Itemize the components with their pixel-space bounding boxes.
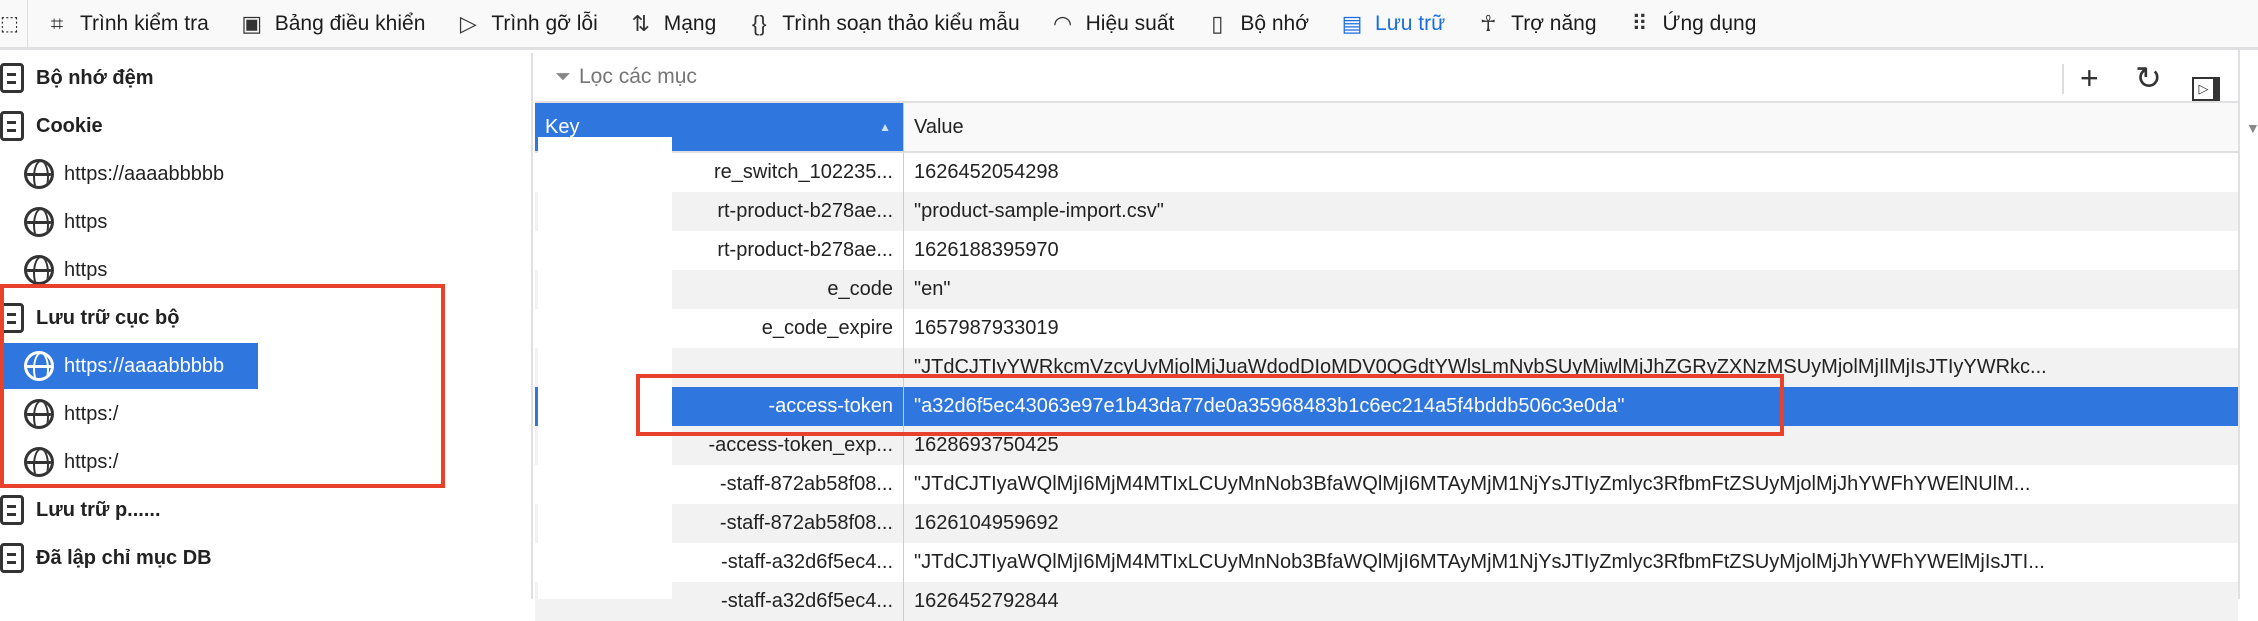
globe-icon [24, 207, 54, 237]
table-row[interactable]: rt-product-b278ae... "product-sample-impo… [535, 192, 2238, 231]
tab-debugger[interactable]: ▷ Trình gỡ lỗi [455, 10, 598, 37]
value-cell: "product-sample-import.csv" [903, 192, 2238, 231]
scroll-arrow-icon[interactable]: ▼ [2246, 120, 2258, 136]
tab-label: Ứng dụng [1662, 11, 1757, 35]
panel-divider [2238, 50, 2240, 599]
sidebar-item-label: https [64, 210, 108, 233]
picker-icon: ⬚ [0, 13, 19, 35]
tab-label: Bảng điều khiển [274, 11, 426, 35]
sidebar-toggle-icon: ▷ [2192, 77, 2220, 101]
tab-label: Trình kiểm tra [80, 11, 209, 35]
filter-icon: ⏷ [555, 65, 571, 88]
table-row[interactable]: -staff-a32d6f5ec4... 1626452792844 [535, 582, 2238, 621]
highlight-box-token-row [636, 374, 1784, 436]
sidebar-origin-item[interactable]: https://aaaabbbbb [0, 151, 224, 197]
sidebar-group[interactable]: Lưu trữ p...... [0, 487, 161, 533]
column-header-value[interactable]: Value [903, 103, 2238, 153]
storage-icon [0, 111, 24, 141]
sidebar-group[interactable]: Cookie [0, 103, 103, 149]
sort-ascending-icon: ▲ [879, 120, 891, 134]
plus-icon: + [2080, 60, 2099, 96]
value-cell: "JTdCJTIyaWQlMjI6MjM4MTIxLCUyMnNob3BfaWQ… [903, 543, 2238, 582]
application-icon: ⠿ [1631, 10, 1648, 36]
value-cell: 1657987933019 [903, 309, 2238, 348]
performance-icon: ◠ [1053, 10, 1073, 36]
debugger-icon: ▷ [459, 10, 477, 36]
tab-label: Trợ năng [1511, 11, 1597, 35]
globe-icon [24, 159, 54, 189]
tab-console[interactable]: ▣ Bảng điều khiển [239, 10, 426, 37]
sidebar-group[interactable]: Bộ nhớ đệm [0, 55, 154, 101]
tab-style-editor[interactable]: {} Trình soạn thảo kiểu mẫu [746, 10, 1020, 37]
tab-memory[interactable]: ▯ Bộ nhớ [1204, 11, 1309, 37]
storage-icon: ▤ [1341, 10, 1363, 36]
tab-inspector[interactable]: ⌗ Trình kiểm tra [44, 11, 209, 37]
tab-label: Lưu trữ [1375, 11, 1446, 35]
toggle-sidebar-button[interactable]: ▷ [2192, 64, 2220, 101]
sidebar-item-label: Lưu trữ p...... [36, 498, 161, 521]
inspector-icon: ⌗ [50, 10, 64, 36]
value-cell: "en" [903, 270, 2238, 309]
tab-label: Mạng [663, 11, 717, 35]
network-icon: ⇅ [631, 10, 650, 36]
accessibility-icon: ☥ [1479, 10, 1497, 36]
storage-icon [0, 495, 24, 525]
table-row[interactable]: -staff-872ab58f08... 1626104959692 [535, 504, 2238, 543]
storage-icon [0, 543, 24, 573]
style-editor-icon: {} [751, 10, 767, 36]
tab-application[interactable]: ⠿ Ứng dụng [1627, 10, 1757, 37]
redaction-block [538, 137, 672, 599]
tab-network[interactable]: ⇅ Mạng [628, 11, 717, 37]
table-row[interactable]: -staff-a32d6f5ec4... "JTdCJTIyaWQlMjI6MjM… [535, 543, 2238, 582]
globe-icon [24, 255, 54, 285]
tab-label: Bộ nhớ [1240, 11, 1310, 35]
tab-accessibility[interactable]: ☥ Trợ năng [1475, 10, 1597, 37]
refresh-button[interactable]: ↻ [2135, 60, 2162, 96]
sidebar-group[interactable]: Đã lập chỉ mục DB [0, 535, 212, 581]
table-row[interactable]: rt-product-b278ae... 1626188395970 [535, 231, 2238, 270]
devtools-toolbar: ⬚ ⌗ Trình kiểm tra ▣ Bảng điều khiển ▷ Trình … [0, 0, 2258, 50]
memory-icon: ▯ [1211, 10, 1224, 36]
sidebar-item-label: Cookie [36, 114, 103, 137]
storage-icon [0, 63, 24, 93]
highlight-box-sidebar [0, 284, 445, 488]
sidebar-item-label: Bộ nhớ đệm [36, 66, 154, 89]
tab-label: Trình gỡ lỗi [491, 11, 598, 35]
element-picker-button[interactable]: ⬚ [0, 0, 28, 49]
sidebar-item-label: https://aaaabbbbb [64, 162, 225, 185]
table-row[interactable]: e_code_expire 1657987933019 [535, 309, 2238, 348]
filter-input[interactable] [579, 65, 1779, 89]
sidebar-item-label: Đã lập chỉ mục DB [36, 546, 212, 569]
value-cell: 1626104959692 [903, 504, 2238, 543]
tab-performance[interactable]: ◠ Hiệu suất [1050, 10, 1175, 37]
tab-label: Hiệu suất [1085, 11, 1175, 35]
filter-bar: ⏷ [535, 53, 2238, 103]
column-label: Value [914, 115, 964, 138]
tab-label: Trình soạn thảo kiểu mẫu [782, 11, 1020, 35]
tab-storage[interactable]: ▤ Lưu trữ [1339, 10, 1446, 37]
sidebar-item-label: https [64, 258, 108, 281]
add-item-button[interactable]: + [2080, 60, 2099, 96]
column-label: Key [545, 115, 580, 138]
table-row[interactable]: e_code "en" [535, 270, 2238, 309]
value-cell: 1626452054298 [903, 153, 2238, 192]
refresh-icon: ↻ [2135, 60, 2162, 96]
value-cell: 1626188395970 [903, 231, 2238, 270]
table-row[interactable]: re_switch_102235... 1626452054298 [535, 153, 2238, 192]
value-cell: 1626452792844 [903, 582, 2238, 621]
value-cell: "JTdCJTIyaWQlMjI6MjM4MTIxLCUyMnNob3BfaWQ… [903, 465, 2238, 504]
console-icon: ▣ [241, 10, 263, 36]
table-row[interactable]: -staff-872ab58f08... "JTdCJTIyaWQlMjI6MjM… [535, 465, 2238, 504]
sidebar-origin-item[interactable]: https [0, 199, 107, 245]
toolbar-separator [2062, 64, 2064, 94]
